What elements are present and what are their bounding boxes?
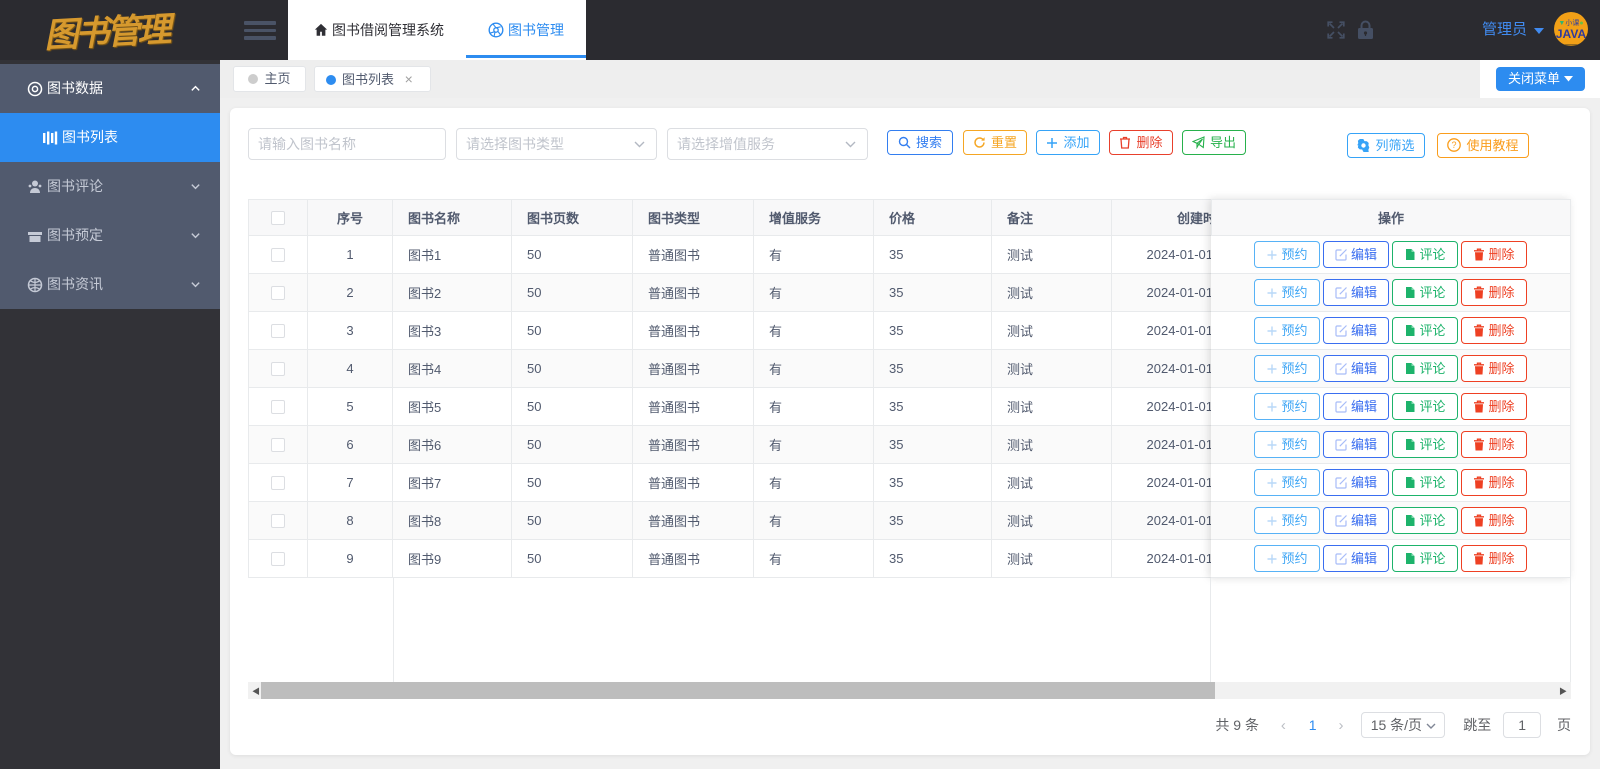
svg-text:?: ? — [1452, 140, 1457, 150]
